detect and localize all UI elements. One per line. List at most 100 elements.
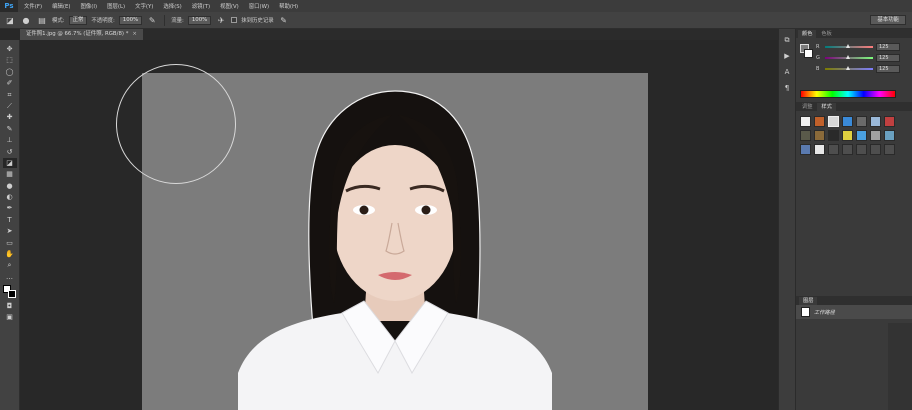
quick-select-icon[interactable]: ✐ <box>3 78 17 88</box>
background-color-swatch[interactable] <box>7 290 16 299</box>
eraser-icon[interactable]: ◪ <box>2 157 17 168</box>
rectangle-icon[interactable]: ▭ <box>3 238 17 248</box>
panel-background-swatch[interactable] <box>804 49 813 58</box>
zoom-icon[interactable]: ⌕ <box>3 260 17 270</box>
menu-file[interactable]: 文件(F) <box>24 2 42 10</box>
pressure-size-icon[interactable]: ✎ <box>278 14 290 26</box>
color-swatches[interactable] <box>2 285 17 299</box>
tab-color[interactable]: 颜色 <box>798 30 817 38</box>
menu-window[interactable]: 窗口(W) <box>249 2 269 10</box>
close-icon[interactable]: × <box>132 31 137 37</box>
canvas-area[interactable] <box>20 40 778 410</box>
pen-icon[interactable]: ✒ <box>3 203 17 213</box>
actions-panel-icon[interactable]: ▶ <box>781 51 793 61</box>
style-swatch[interactable] <box>842 116 853 127</box>
style-swatch[interactable] <box>856 116 867 127</box>
brush-icon[interactable]: ✎ <box>3 124 17 134</box>
tools-panel: ✥ ⬚ ◯ ✐ ⌗ ⟋ ✚ ✎ ⊥ ↺ ◪ ▦ ● ◐ ✒ T ➤ ▭ ✋ ⌕ … <box>0 40 20 410</box>
menu-image[interactable]: 图像(I) <box>81 2 98 10</box>
style-swatch[interactable] <box>814 130 825 141</box>
style-swatch[interactable] <box>814 144 825 155</box>
opacity-field[interactable]: 100% <box>118 15 143 25</box>
style-swatch[interactable] <box>828 144 839 155</box>
tab-styles[interactable]: 样式 <box>817 103 836 111</box>
color-spectrum-bar[interactable] <box>800 90 896 98</box>
history-checkbox[interactable] <box>231 17 238 23</box>
style-swatch[interactable] <box>856 144 867 155</box>
style-swatch[interactable] <box>884 130 895 141</box>
style-swatch[interactable] <box>870 144 881 155</box>
screen-mode-icon[interactable]: ▣ <box>3 312 17 322</box>
menu-layer[interactable]: 图层(L) <box>107 2 125 10</box>
history-panel-icon[interactable]: ⧉ <box>781 35 793 45</box>
slider-value-g[interactable]: 125 <box>876 53 900 62</box>
gradient-icon[interactable]: ▦ <box>3 169 17 179</box>
lasso-icon[interactable]: ◯ <box>3 67 17 77</box>
slider-thumb-g[interactable] <box>846 54 851 59</box>
panel-scroll-area <box>888 323 912 410</box>
brush-panel-icon[interactable]: ▤ <box>36 14 48 26</box>
style-swatch[interactable] <box>814 116 825 127</box>
flow-field[interactable]: 100% <box>187 15 212 25</box>
tab-swatches[interactable]: 色板 <box>817 30 835 38</box>
style-swatch[interactable] <box>856 130 867 141</box>
slider-track-g[interactable] <box>825 54 873 59</box>
menu-bar: Ps 文件(F) 编辑(E) 图像(I) 图层(L) 文字(Y) 选择(S) 滤… <box>0 0 912 12</box>
workspace-switcher[interactable]: 基本功能 <box>870 15 906 25</box>
style-swatch[interactable] <box>884 144 895 155</box>
eyedropper-icon[interactable]: ⟋ <box>3 101 17 111</box>
style-swatch[interactable] <box>870 116 881 127</box>
menu-edit[interactable]: 编辑(E) <box>52 2 70 10</box>
layer-row[interactable]: 工作路径 <box>796 305 912 319</box>
tab-adjustments[interactable]: 调整 <box>798 103 816 111</box>
eraser-tool-icon[interactable]: ◪ <box>4 14 16 26</box>
style-swatch[interactable] <box>800 130 811 141</box>
style-swatch[interactable] <box>828 130 839 141</box>
slider-track-r[interactable] <box>825 43 873 48</box>
tab-layers[interactable]: 图层 <box>799 296 818 305</box>
document-tab[interactable]: 证件照1.jpg @ 66.7% (证件照, RGB/8) * × <box>20 29 143 40</box>
layer-thumbnail <box>801 307 810 317</box>
style-swatch[interactable] <box>800 116 811 127</box>
marquee-icon[interactable]: ⬚ <box>3 55 17 65</box>
pressure-opacity-icon[interactable]: ✎ <box>146 14 158 26</box>
style-swatch[interactable] <box>842 130 853 141</box>
airbrush-icon[interactable]: ✈ <box>215 14 227 26</box>
paragraph-panel-icon[interactable]: ¶ <box>781 83 793 93</box>
brush-preset-icon[interactable]: ● <box>20 14 32 26</box>
crop-icon[interactable]: ⌗ <box>3 90 17 100</box>
style-swatch[interactable] <box>884 116 895 127</box>
slider-thumb-b[interactable] <box>846 65 851 70</box>
slider-channel-b: B <box>816 65 820 72</box>
slider-value-b[interactable]: 125 <box>876 64 900 73</box>
menu-filter[interactable]: 滤镜(T) <box>192 2 210 10</box>
menu-select[interactable]: 选择(S) <box>163 2 181 10</box>
mode-select[interactable]: 正常 <box>68 15 88 25</box>
history-brush-icon[interactable]: ↺ <box>3 147 17 157</box>
more-tools-icon[interactable]: … <box>3 272 17 282</box>
blur-icon[interactable]: ● <box>3 181 17 191</box>
type-icon[interactable]: T <box>3 215 17 225</box>
document-tab-bar: 证件照1.jpg @ 66.7% (证件照, RGB/8) * × <box>20 29 778 40</box>
menu-type[interactable]: 文字(Y) <box>135 2 153 10</box>
slider-track-b[interactable] <box>825 65 873 70</box>
slider-channel-g: G <box>816 54 820 61</box>
hand-icon[interactable]: ✋ <box>3 249 17 259</box>
dodge-icon[interactable]: ◐ <box>3 192 17 202</box>
stamp-icon[interactable]: ⊥ <box>3 135 17 145</box>
move-icon[interactable]: ✥ <box>3 44 17 54</box>
style-swatch[interactable] <box>828 116 839 127</box>
menu-help[interactable]: 帮助(H) <box>279 2 298 10</box>
path-select-icon[interactable]: ➤ <box>3 226 17 236</box>
menu-view[interactable]: 视图(V) <box>220 2 239 10</box>
quick-mask-icon[interactable]: ◘ <box>3 301 17 311</box>
style-swatch[interactable] <box>870 130 881 141</box>
style-swatch[interactable] <box>800 144 811 155</box>
styles-grid <box>796 111 912 160</box>
healing-icon[interactable]: ✚ <box>3 112 17 122</box>
slider-thumb-r[interactable] <box>846 43 851 48</box>
style-swatch[interactable] <box>842 144 853 155</box>
slider-value-r[interactable]: 125 <box>876 42 900 51</box>
photoshop-logo: Ps <box>0 0 18 12</box>
character-panel-icon[interactable]: A <box>781 67 793 77</box>
